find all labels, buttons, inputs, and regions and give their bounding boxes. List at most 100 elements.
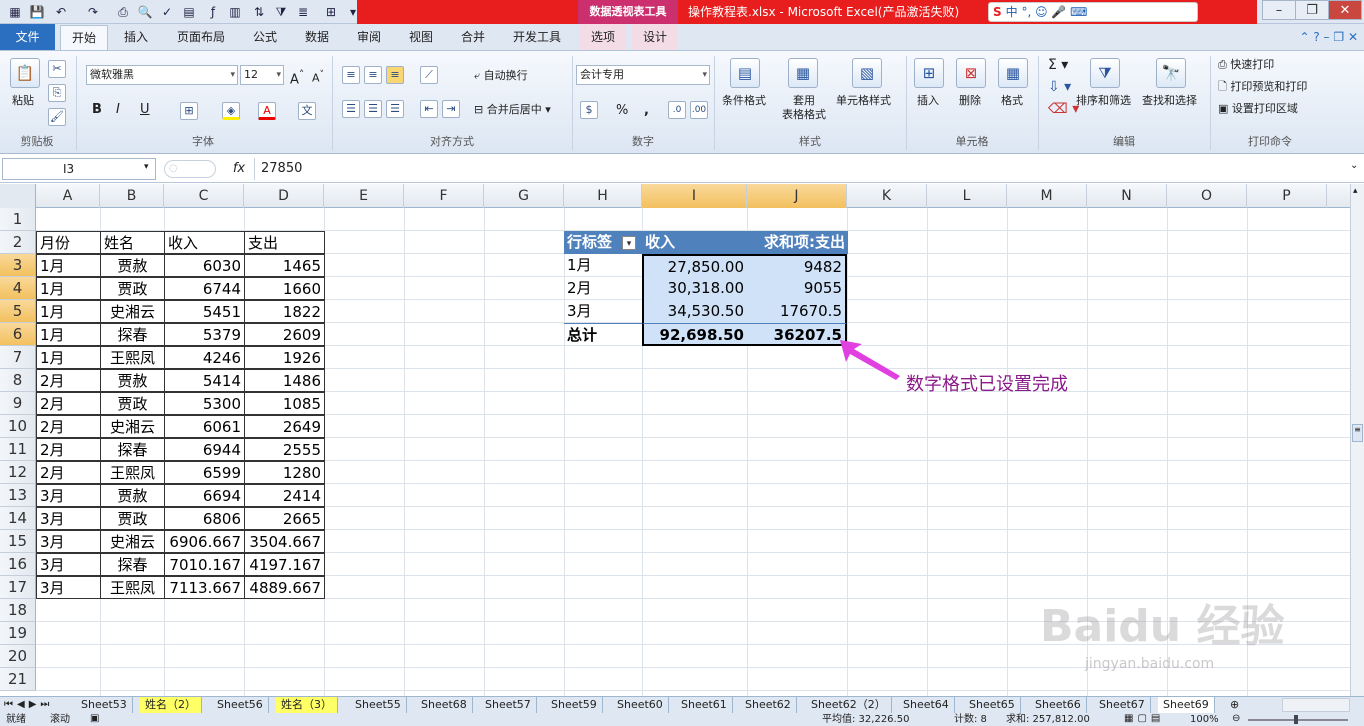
insert-cells-button[interactable]: 插入: [917, 94, 939, 108]
table-cell[interactable]: 2414: [244, 484, 325, 507]
column-header[interactable]: G: [484, 184, 564, 208]
table-cell[interactable]: 史湘云: [100, 300, 165, 323]
row-header[interactable]: 13: [0, 484, 36, 507]
table-cell[interactable]: 3504.667: [244, 530, 325, 553]
decrease-indent-icon[interactable]: ⇤: [420, 100, 438, 118]
find-select-icon[interactable]: 🔭: [1156, 58, 1186, 88]
table-cell[interactable]: 2月: [36, 415, 101, 438]
format-cells-icon[interactable]: ▦: [998, 58, 1028, 88]
pivot-total-cell[interactable]: 92,698.50: [642, 323, 747, 346]
table-cell[interactable]: 2609: [244, 323, 325, 346]
table-cell[interactable]: 1660: [244, 277, 325, 300]
table-cell[interactable]: 3月: [36, 484, 101, 507]
column-header[interactable]: C: [164, 184, 244, 208]
comma-button[interactable]: ,: [644, 104, 649, 118]
paste-icon[interactable]: 📋: [10, 58, 40, 88]
sheet-tab[interactable]: Sheet55: [350, 697, 407, 713]
row-header[interactable]: 1: [0, 208, 36, 231]
italic-button[interactable]: I: [116, 103, 120, 117]
row-header[interactable]: 14: [0, 507, 36, 530]
column-header[interactable]: B: [100, 184, 164, 208]
table-cell[interactable]: 5379: [164, 323, 245, 346]
restore-button[interactable]: ❐: [1295, 0, 1329, 20]
sheet-tab[interactable]: Sheet57: [480, 697, 537, 713]
sheet-tab[interactable]: Sheet56: [212, 697, 269, 713]
row-label-filter-icon[interactable]: ▾: [622, 235, 637, 250]
row-header[interactable]: 10: [0, 415, 36, 438]
row-header[interactable]: 4: [0, 277, 36, 300]
table-cell[interactable]: 6744: [164, 277, 245, 300]
row-header[interactable]: 19: [0, 622, 36, 645]
table-cell[interactable]: 1822: [244, 300, 325, 323]
table-cell[interactable]: 3月: [36, 553, 101, 576]
row-header[interactable]: 9: [0, 392, 36, 415]
formula-icon[interactable]: ƒ: [204, 3, 222, 21]
sheet-tab[interactable]: 姓名（3）: [276, 697, 338, 713]
row-header[interactable]: 2: [0, 231, 36, 254]
ime-toolbar[interactable]: S中 °, ☺ 🎤 ⌨: [988, 2, 1198, 22]
delete-cells-icon[interactable]: ⊠: [956, 58, 986, 88]
table-cell[interactable]: 1月: [36, 300, 101, 323]
table-cell[interactable]: 1085: [244, 392, 325, 415]
tab-page-layout[interactable]: 页面布局: [168, 24, 234, 50]
table-cell[interactable]: 2665: [244, 507, 325, 530]
table-cell[interactable]: 探春: [100, 323, 165, 346]
table-cell[interactable]: 2月: [36, 438, 101, 461]
table-cell[interactable]: 3月: [36, 507, 101, 530]
help-icons[interactable]: ⌃ ? – ❐ ✕: [1262, 24, 1359, 50]
delete-cells-button[interactable]: 删除: [959, 94, 981, 108]
row-header[interactable]: 15: [0, 530, 36, 553]
row-header[interactable]: 21: [0, 668, 36, 691]
sheet-tab[interactable]: 姓名（2）: [140, 697, 202, 713]
copy-icon[interactable]: ⎘: [48, 84, 66, 102]
row-header[interactable]: 18: [0, 599, 36, 622]
select-all-button[interactable]: [0, 184, 36, 208]
name-box[interactable]: I3: [2, 158, 156, 180]
cell-styles-icon[interactable]: ▧: [852, 58, 882, 88]
tab-formulas[interactable]: 公式: [244, 24, 286, 50]
row-header[interactable]: 7: [0, 346, 36, 369]
table-cell[interactable]: 王熙凤: [100, 576, 165, 599]
conditional-format-icon[interactable]: ▤: [730, 58, 760, 88]
table-cell[interactable]: 史湘云: [100, 530, 165, 553]
font-name-combo[interactable]: 微软雅黑 ▾: [86, 65, 238, 85]
new-sheet-icon[interactable]: ⊕: [1230, 697, 1239, 713]
row-header[interactable]: 20: [0, 645, 36, 668]
table-cell[interactable]: 7010.167: [164, 553, 245, 576]
table-cell[interactable]: 贾政: [100, 507, 165, 530]
undo-icon[interactable]: ↶: [52, 3, 70, 21]
table-icon[interactable]: ▤: [180, 3, 198, 21]
sheet-tab[interactable]: Sheet61: [676, 697, 733, 713]
quick-print-button[interactable]: ⎙ 快速打印: [1218, 58, 1274, 72]
sheet-tab[interactable]: Sheet60: [612, 697, 669, 713]
align-bottom-icon[interactable]: ≡: [386, 66, 404, 84]
wrap-text-button[interactable]: ⤶ 自动换行: [474, 69, 528, 83]
spelling-icon[interactable]: ✓: [158, 3, 176, 21]
align-right-icon[interactable]: ☰: [386, 100, 404, 118]
pivot-cell[interactable]: 2月: [564, 277, 642, 300]
table-cell[interactable]: 史湘云: [100, 415, 165, 438]
formula-expand-icon[interactable]: ⌄: [1350, 160, 1358, 171]
vertical-scrollbar[interactable]: ▴ ≡: [1350, 184, 1364, 696]
macro-record-icon[interactable]: ▣: [90, 713, 99, 724]
table-cell[interactable]: 1月: [36, 346, 101, 369]
zoom-slider-thumb[interactable]: [1294, 715, 1298, 724]
row-header[interactable]: 17: [0, 576, 36, 599]
column-header[interactable]: J: [747, 184, 847, 208]
borders-icon[interactable]: ⊞: [180, 102, 198, 120]
pivot-cell[interactable]: 9055: [747, 277, 847, 300]
table-header-cell[interactable]: 支出: [244, 231, 325, 254]
column-header[interactable]: P: [1247, 184, 1327, 208]
pivot-total-cell[interactable]: 总计: [564, 323, 642, 346]
zoom-slider[interactable]: [1248, 719, 1348, 721]
table-header-cell[interactable]: 姓名: [100, 231, 165, 254]
chart-icon[interactable]: ▥: [226, 3, 244, 21]
pivot-cell[interactable]: 30,318.00: [642, 277, 747, 300]
table-cell[interactable]: 6906.667: [164, 530, 245, 553]
number-format-combo[interactable]: 会计专用 ▾: [576, 65, 710, 85]
tab-file[interactable]: 文件: [0, 24, 55, 50]
format-as-table-icon[interactable]: ▦: [788, 58, 818, 88]
table-cell[interactable]: 4197.167: [244, 553, 325, 576]
find-select-button[interactable]: 查找和选择: [1142, 94, 1197, 108]
column-header[interactable]: K: [847, 184, 927, 208]
